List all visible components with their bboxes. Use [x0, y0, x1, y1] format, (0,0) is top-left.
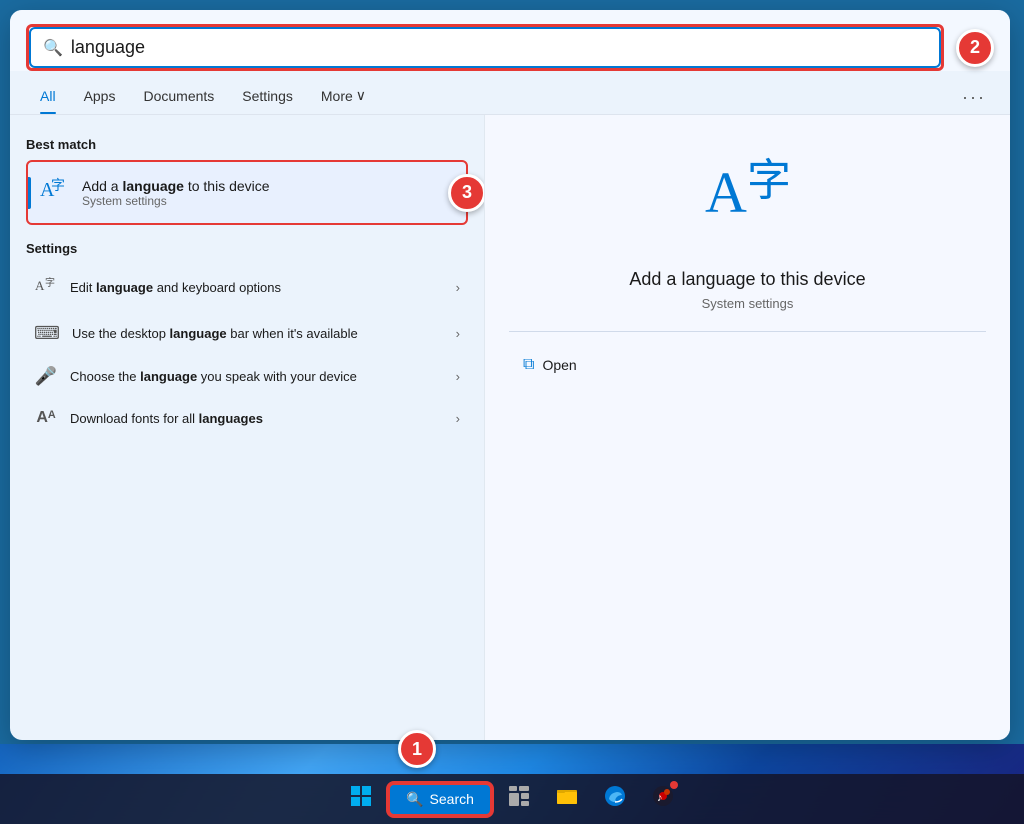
search-icon: 🔍: [43, 38, 63, 58]
windows-icon: [350, 785, 372, 813]
step-2-circle: 2: [956, 29, 994, 67]
keyboard-icon: ⌨: [34, 323, 60, 344]
tab-all[interactable]: All: [26, 82, 70, 114]
taskbar-search-button[interactable]: 🔍 Search: [388, 783, 492, 816]
fonts-icon: Aᴬ: [34, 409, 58, 427]
chevron-right-icon-2: ›: [456, 326, 460, 341]
settings-list: A 字 Edit language and keyboard options ›…: [26, 264, 468, 437]
search-input-box: 🔍: [26, 24, 944, 71]
tab-more-label: More: [321, 88, 353, 104]
microphone-icon: 🎤: [34, 366, 58, 387]
settings-item-text-1: Edit language and keyboard options: [70, 280, 456, 295]
right-panel-subtitle: System settings: [702, 296, 794, 311]
search-input-wrapper: 🔍: [29, 27, 941, 68]
right-panel-title: Add a language to this device: [629, 269, 865, 290]
external-link-icon: ⧉: [523, 356, 534, 374]
svg-text:A: A: [35, 278, 45, 293]
search-bar-area: 🔍 2: [10, 10, 1010, 71]
main-content: Best match A 字 Add a language to this de…: [10, 115, 1010, 740]
chevron-right-icon-4: ›: [456, 411, 460, 426]
tabs-area: All Apps Documents Settings More ∨ ···: [10, 71, 1010, 115]
edge-icon: [604, 785, 626, 813]
right-panel-icon: A 字: [703, 147, 793, 249]
svg-text:♪: ♪: [657, 792, 663, 804]
best-match-item[interactable]: A 字 Add a language to this device System…: [26, 160, 468, 225]
settings-item-speak-language[interactable]: 🎤 Choose the language you speak with you…: [26, 356, 468, 397]
search-label-taskbar: Search: [430, 791, 474, 807]
svg-text:字: 字: [51, 178, 65, 194]
file-explorer-button[interactable]: [546, 779, 588, 819]
svg-text:字: 字: [747, 156, 791, 205]
step-3-circle: 3: [448, 174, 485, 212]
notification-dot: [670, 781, 678, 789]
left-panel: Best match A 字 Add a language to this de…: [10, 115, 485, 740]
settings-item-download-fonts[interactable]: Aᴬ Download fonts for all languages ›: [26, 399, 468, 437]
settings-item-text-4: Download fonts for all languages: [70, 411, 456, 426]
search-panel: 🔍 2 All Apps Documents Settings More ∨ ·…: [10, 10, 1010, 740]
media-icon: ♪: [652, 785, 674, 813]
left-accent: [28, 177, 31, 209]
tab-documents[interactable]: Documents: [129, 82, 228, 114]
language-keyboard-icon: A 字: [34, 274, 58, 301]
start-button[interactable]: [340, 779, 382, 819]
settings-item-language-bar[interactable]: ⌨ Use the desktop language bar when it's…: [26, 313, 468, 354]
settings-item-text-2: Use the desktop language bar when it's a…: [72, 326, 456, 341]
svg-text:A: A: [705, 160, 747, 225]
chevron-right-icon-3: ›: [456, 369, 460, 384]
best-match-text: Add a language to this device System set…: [82, 178, 270, 208]
media-button[interactable]: ♪: [642, 779, 684, 819]
edge-button[interactable]: [594, 779, 636, 819]
chevron-right-icon-1: ›: [456, 280, 460, 295]
right-panel: A 字 Add a language to this device System…: [485, 115, 1010, 740]
best-match-label: Best match: [26, 137, 468, 152]
search-bar-row: 🔍 2: [26, 24, 994, 71]
settings-item-text-3: Choose the language you speak with your …: [70, 369, 456, 384]
open-button[interactable]: ⧉ Open: [509, 348, 591, 382]
file-explorer-icon: [556, 785, 578, 813]
right-panel-divider: [509, 331, 986, 332]
chevron-down-icon: ∨: [356, 87, 366, 104]
search-input[interactable]: [71, 37, 927, 58]
taskbar: 🔍 Search: [0, 774, 1024, 824]
tab-apps[interactable]: Apps: [70, 82, 130, 114]
settings-item-edit-language[interactable]: A 字 Edit language and keyboard options ›: [26, 264, 468, 311]
language-icon: A 字: [38, 174, 68, 211]
step-1-circle: 1: [398, 730, 436, 768]
search-icon-taskbar: 🔍: [406, 791, 423, 808]
tab-settings[interactable]: Settings: [228, 82, 307, 114]
tab-more[interactable]: More ∨: [307, 81, 380, 114]
task-view-button[interactable]: [498, 779, 540, 819]
best-match-title: Add a language to this device: [82, 178, 270, 194]
best-match-subtitle: System settings: [82, 194, 270, 208]
svg-text:字: 字: [45, 276, 55, 289]
tabs-more-dots[interactable]: ···: [954, 87, 994, 108]
open-label: Open: [542, 357, 576, 373]
settings-section-label: Settings: [26, 241, 468, 256]
task-view-icon: [508, 785, 530, 813]
